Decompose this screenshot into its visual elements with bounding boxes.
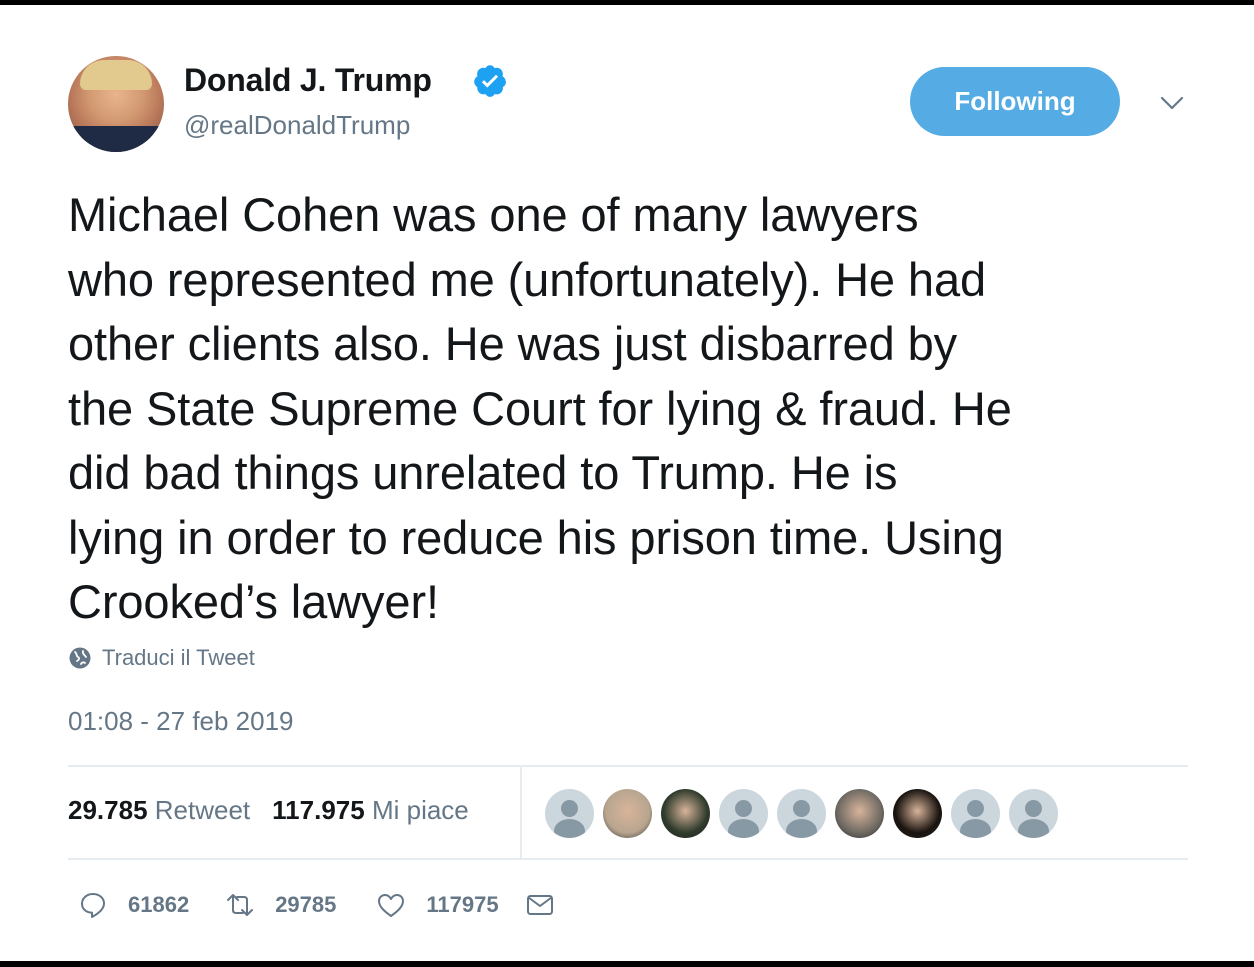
liker-avatar[interactable] xyxy=(603,789,652,838)
like-stat-count: 117.975 xyxy=(272,795,365,825)
tweet-timestamp[interactable]: 01:08 - 27 feb 2019 xyxy=(68,706,294,737)
tweet-line: the State Supreme Court for lying & frau… xyxy=(68,381,1012,435)
translate-label: Traduci il Tweet xyxy=(102,645,255,670)
reply-count: 61862 xyxy=(128,892,190,917)
default-profile-icon xyxy=(735,800,752,817)
avatar-hair xyxy=(80,60,152,90)
default-profile-icon xyxy=(1025,800,1042,817)
avatar-suit xyxy=(68,126,164,152)
envelope-icon xyxy=(526,895,553,915)
liker-avatar[interactable] xyxy=(545,789,594,838)
default-profile-body xyxy=(960,819,991,838)
retweet-count: 29785 xyxy=(275,892,337,917)
bottom-border xyxy=(0,961,1254,967)
liker-avatar[interactable] xyxy=(893,789,942,838)
tweet-stats: 29.785 Retweet 117.975 Mi piace xyxy=(68,795,469,826)
user-handle[interactable]: @realDonaldTrump xyxy=(184,110,410,141)
like-stat[interactable]: 117.975 Mi piace xyxy=(272,795,469,826)
reply-icon xyxy=(81,893,105,918)
retweet-stat-count: 29.785 xyxy=(68,795,148,825)
default-profile-icon xyxy=(967,800,984,817)
default-profile-body xyxy=(786,819,817,838)
translate-tweet-link[interactable]: Traduci il Tweet xyxy=(68,645,255,671)
tweet-text: Michael Cohen was one of many lawyers wh… xyxy=(68,183,1218,635)
divider-bottom xyxy=(68,858,1188,860)
verified-badge-icon xyxy=(474,65,506,97)
tweet-line: Michael Cohen was one of many lawyers xyxy=(68,188,919,241)
like-stat-label: Mi piace xyxy=(371,795,469,825)
retweet-button[interactable]: 29785 xyxy=(225,890,336,920)
liker-avatar[interactable] xyxy=(951,789,1000,838)
tweet-line: other clients also. He was just disbarre… xyxy=(68,317,958,370)
default-profile-icon xyxy=(793,800,810,817)
liker-avatar[interactable] xyxy=(719,789,768,838)
top-border xyxy=(0,0,1254,5)
retweet-icon xyxy=(227,894,254,916)
retweet-stat-label: Retweet xyxy=(154,795,251,825)
liker-avatar[interactable] xyxy=(835,789,884,838)
liker-avatar[interactable] xyxy=(1009,789,1058,838)
tweet-actions: 61862 29785 117975 xyxy=(78,890,555,920)
tweet-line: who represented me (unfortunately). He h… xyxy=(68,252,987,306)
default-profile-icon xyxy=(561,800,578,817)
tweet-line: lying in order to reduce his prison time… xyxy=(68,510,1004,564)
tweet-line: did bad things unrelated to Trump. He is xyxy=(68,446,898,499)
liked-by-avatars xyxy=(545,789,1058,838)
divider-top xyxy=(68,765,1188,767)
retweet-stat[interactable]: 29.785 Retweet xyxy=(68,795,250,826)
default-profile-body xyxy=(1018,819,1049,838)
globe-icon xyxy=(69,647,91,669)
chevron-down-icon[interactable] xyxy=(1158,92,1186,114)
default-profile-body xyxy=(554,819,585,838)
liker-avatar[interactable] xyxy=(777,789,826,838)
default-profile-body xyxy=(728,819,759,838)
direct-message-button[interactable] xyxy=(525,890,555,920)
display-name[interactable]: Donald J. Trump xyxy=(184,62,432,99)
liker-avatar[interactable] xyxy=(661,789,710,838)
avatar[interactable] xyxy=(68,56,164,152)
stats-divider xyxy=(520,767,522,858)
tweet-line: Crooked’s lawyer! xyxy=(68,575,439,628)
reply-button[interactable]: 61862 xyxy=(78,890,189,920)
like-count: 117975 xyxy=(426,892,499,917)
following-button[interactable]: Following xyxy=(910,67,1120,136)
like-button[interactable]: 117975 xyxy=(376,890,499,920)
heart-icon xyxy=(378,894,405,917)
